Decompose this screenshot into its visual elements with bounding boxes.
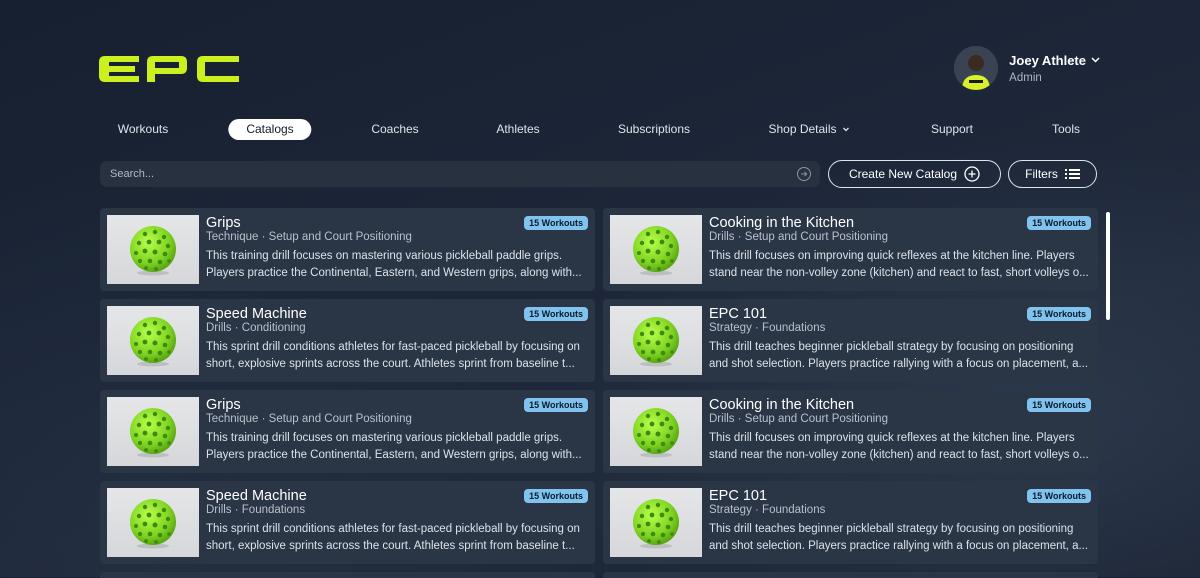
pickleball-icon xyxy=(130,316,176,366)
catalog-thumbnail xyxy=(610,397,702,466)
card-description: This drill teaches beginner pickleball s… xyxy=(709,523,1089,552)
card-title: Speed Machine xyxy=(206,488,307,504)
list-icon xyxy=(1064,169,1080,179)
card-title: EPC 101 xyxy=(709,488,768,504)
nav-tools[interactable]: Tools xyxy=(1052,119,1080,140)
card-description: This drill focuses on improving quick re… xyxy=(709,250,1089,279)
card-subtitle: Drills · Foundations xyxy=(206,504,306,516)
pickleball-icon xyxy=(633,407,679,457)
workout-count-badge: 15 Workouts xyxy=(1027,489,1091,503)
nav-athletes[interactable]: Athletes xyxy=(496,119,539,140)
nav-coaches[interactable]: Coaches xyxy=(371,119,418,140)
workout-count-badge: 15 Workouts xyxy=(524,398,588,412)
catalog-thumbnail xyxy=(107,306,199,375)
pickleball-icon xyxy=(130,498,176,548)
card-title: Speed Machine xyxy=(206,306,307,322)
card-title: Cooking in the Kitchen xyxy=(709,215,855,231)
card-subtitle: Strategy · Foundations xyxy=(709,322,826,334)
catalog-thumbnail xyxy=(107,397,199,466)
card-subtitle: Drills · Setup and Court Positioning xyxy=(709,231,888,243)
card-title: Grips xyxy=(206,215,241,231)
card-title: Grips xyxy=(206,397,241,413)
search-bar xyxy=(100,161,820,187)
scrollbar-thumb[interactable] xyxy=(1106,212,1110,320)
nav-support[interactable]: Support xyxy=(931,119,973,140)
chevron-down-icon[interactable] xyxy=(1091,57,1100,63)
card-description: This sprint drill conditions athletes fo… xyxy=(206,341,580,370)
workout-count-badge: 15 Workouts xyxy=(1027,307,1091,321)
card-description: This drill teaches beginner pickleball s… xyxy=(709,341,1089,370)
card-title: Cooking in the Kitchen xyxy=(709,397,855,413)
main-nav: Workouts Catalogs Coaches Athletes Subsc… xyxy=(99,119,1101,140)
catalog-grid: Grips Technique · Setup and Court Positi… xyxy=(100,208,1098,578)
avatar xyxy=(954,46,999,90)
card-subtitle: Technique · Setup and Court Positioning xyxy=(206,413,412,425)
user-profile[interactable]: Joey Athlete Admin xyxy=(954,46,1100,90)
catalog-card[interactable]: Cooking in the Kitchen Drills · Setup an… xyxy=(603,208,1098,291)
plus-circle-icon xyxy=(964,166,980,182)
card-subtitle: Drills · Setup and Court Positioning xyxy=(709,413,888,425)
search-input[interactable] xyxy=(108,167,796,181)
card-description: This training drill focuses on mastering… xyxy=(206,432,582,461)
catalog-card[interactable]: Grips Technique · Setup and Court Positi… xyxy=(100,208,595,291)
catalog-thumbnail xyxy=(610,215,702,284)
catalog-card[interactable]: Speed Machine Drills · Foundations This … xyxy=(100,481,595,564)
catalog-card[interactable]: EPC 101 Strategy · Foundations This dril… xyxy=(603,299,1098,382)
catalog-card[interactable]: Speed Machine Drills · Conditioning This… xyxy=(100,299,595,382)
pickleball-icon xyxy=(130,225,176,275)
card-title: EPC 101 xyxy=(709,306,768,322)
pickleball-icon xyxy=(633,225,679,275)
nav-catalogs[interactable]: Catalogs xyxy=(228,119,312,140)
catalog-card[interactable] xyxy=(100,572,595,578)
catalog-card[interactable] xyxy=(603,572,1098,578)
filters-button[interactable]: Filters xyxy=(1008,160,1097,188)
card-description: This training drill focuses on mastering… xyxy=(206,250,582,279)
catalog-card[interactable]: EPC 101 Strategy · Foundations This dril… xyxy=(603,481,1098,564)
card-description: This drill focuses on improving quick re… xyxy=(709,432,1089,461)
catalog-thumbnail xyxy=(610,488,702,557)
create-catalog-button[interactable]: Create New Catalog xyxy=(828,160,1001,188)
catalog-card[interactable]: Cooking in the Kitchen Drills · Setup an… xyxy=(603,390,1098,473)
catalog-card[interactable]: Grips Technique · Setup and Court Positi… xyxy=(100,390,595,473)
epc-logo[interactable] xyxy=(99,54,239,84)
nav-workouts[interactable]: Workouts xyxy=(118,119,168,140)
user-name: Joey Athlete xyxy=(1009,52,1086,68)
pickleball-icon xyxy=(633,498,679,548)
catalog-thumbnail xyxy=(610,306,702,375)
user-role: Admin xyxy=(1009,71,1042,84)
workout-count-badge: 15 Workouts xyxy=(524,307,588,321)
workout-count-badge: 15 Workouts xyxy=(524,489,588,503)
workout-count-badge: 15 Workouts xyxy=(524,216,588,230)
pickleball-icon xyxy=(130,407,176,457)
pickleball-icon xyxy=(633,316,679,366)
workout-count-badge: 15 Workouts xyxy=(1027,216,1091,230)
card-description: This sprint drill conditions athletes fo… xyxy=(206,523,580,552)
card-subtitle: Drills · Conditioning xyxy=(206,322,306,334)
arrow-right-circle-icon[interactable] xyxy=(796,166,812,182)
catalog-thumbnail xyxy=(107,215,199,284)
card-subtitle: Strategy · Foundations xyxy=(709,504,826,516)
nav-subscriptions[interactable]: Subscriptions xyxy=(618,119,690,140)
nav-shop-details[interactable]: Shop Details xyxy=(768,119,849,140)
workout-count-badge: 15 Workouts xyxy=(1027,398,1091,412)
chevron-down-icon xyxy=(843,127,849,132)
catalog-thumbnail xyxy=(107,488,199,557)
card-subtitle: Technique · Setup and Court Positioning xyxy=(206,231,412,243)
